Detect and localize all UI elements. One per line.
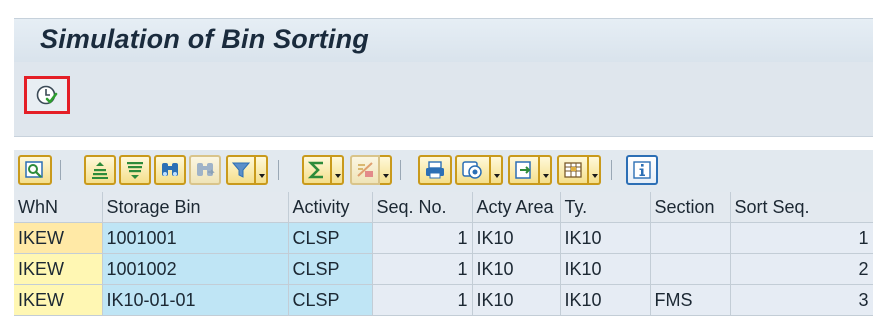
cell-seq-no[interactable]: 1 xyxy=(372,253,473,285)
find-icon xyxy=(162,163,178,176)
cell-activity[interactable]: CLSP xyxy=(288,284,373,316)
cell-section[interactable]: FMS xyxy=(650,284,731,316)
cell-type[interactable]: IK10 xyxy=(560,253,651,285)
cell-storage-bin[interactable]: IK10-01-01 xyxy=(102,284,289,316)
cell-section[interactable] xyxy=(650,253,731,285)
execute-button[interactable] xyxy=(24,76,70,114)
cell-sort-seq[interactable]: 3 xyxy=(730,284,873,316)
cell-warehouse[interactable]: IKEW xyxy=(14,222,103,254)
details-icon xyxy=(25,161,43,178)
cell-storage-bin[interactable]: 1001002 xyxy=(102,253,289,285)
cell-activity-area[interactable]: IK10 xyxy=(472,253,561,285)
print-icon xyxy=(426,161,444,179)
column-header[interactable]: Activity xyxy=(288,192,373,223)
cell-activity[interactable]: CLSP xyxy=(288,253,373,285)
subtotal-dropdown[interactable] xyxy=(380,155,392,185)
table-row[interactable]: IKEW IK10-01-01 CLSP 1 IK10 IK10 FMS 3 xyxy=(14,284,873,316)
separator xyxy=(60,160,61,180)
bin-sorting-table: WhN Storage Bin Activity Seq. No. Acty A… xyxy=(14,192,873,316)
total-dropdown[interactable] xyxy=(332,155,344,185)
subtotal-icon xyxy=(357,162,373,177)
cell-seq-no[interactable]: 1 xyxy=(372,222,473,254)
cell-storage-bin[interactable]: 1001001 xyxy=(102,222,289,254)
table-header-row: WhN Storage Bin Activity Seq. No. Acty A… xyxy=(14,192,873,223)
cell-warehouse[interactable]: IKEW xyxy=(14,253,103,285)
application-toolbar xyxy=(14,62,873,137)
find-next-button[interactable] xyxy=(189,155,221,185)
layout-button[interactable] xyxy=(557,155,589,185)
layout-dropdown[interactable] xyxy=(589,155,601,185)
cell-activity-area[interactable]: IK10 xyxy=(472,222,561,254)
column-header[interactable]: WhN xyxy=(14,192,103,223)
print-button[interactable] xyxy=(418,155,452,185)
page-title: Simulation of Bin Sorting xyxy=(40,24,369,54)
cell-sort-seq[interactable]: 1 xyxy=(730,222,873,254)
column-header[interactable]: Sort Seq. xyxy=(730,192,873,223)
execute-clock-icon xyxy=(36,85,58,105)
total-button[interactable] xyxy=(302,155,332,185)
export-button[interactable] xyxy=(508,155,540,185)
title-bar: Simulation of Bin Sorting xyxy=(14,18,873,63)
export-icon xyxy=(515,161,531,179)
sort-descending-icon xyxy=(127,162,143,179)
alv-toolbar xyxy=(14,150,873,192)
filter-icon xyxy=(232,162,250,178)
information-button[interactable] xyxy=(626,155,658,185)
cell-sort-seq[interactable]: 2 xyxy=(730,253,873,285)
views-icon xyxy=(462,161,482,179)
column-header[interactable]: Ty. xyxy=(560,192,651,223)
separator xyxy=(278,160,279,180)
column-header[interactable]: Acty Area xyxy=(472,192,561,223)
subtotal-button[interactable] xyxy=(350,155,380,185)
sort-ascending-icon xyxy=(92,162,108,179)
cell-warehouse[interactable]: IKEW xyxy=(14,284,103,316)
views-button[interactable] xyxy=(455,155,491,185)
export-dropdown[interactable] xyxy=(540,155,552,185)
cell-activity[interactable]: CLSP xyxy=(288,222,373,254)
sort-ascending-button[interactable] xyxy=(84,155,116,185)
information-icon xyxy=(633,161,651,179)
separator xyxy=(400,160,401,180)
sort-descending-button[interactable] xyxy=(119,155,151,185)
total-icon xyxy=(308,161,323,179)
find-button[interactable] xyxy=(154,155,186,185)
table-row[interactable]: IKEW 1001002 CLSP 1 IK10 IK10 2 xyxy=(14,253,873,285)
column-header[interactable]: Storage Bin xyxy=(102,192,289,223)
separator xyxy=(611,160,612,180)
details-button[interactable] xyxy=(18,155,52,185)
cell-section[interactable] xyxy=(650,222,731,254)
filter-button[interactable] xyxy=(226,155,256,185)
column-header[interactable]: Seq. No. xyxy=(372,192,473,223)
cell-type[interactable]: IK10 xyxy=(560,222,651,254)
find-next-icon xyxy=(197,163,215,176)
cell-type[interactable]: IK10 xyxy=(560,284,651,316)
views-dropdown[interactable] xyxy=(491,155,503,185)
cell-seq-no[interactable]: 1 xyxy=(372,284,473,316)
layout-icon xyxy=(564,162,582,178)
cell-activity-area[interactable]: IK10 xyxy=(472,284,561,316)
column-header[interactable]: Section xyxy=(650,192,731,223)
filter-dropdown[interactable] xyxy=(256,155,268,185)
table-row[interactable]: IKEW 1001001 CLSP 1 IK10 IK10 1 xyxy=(14,222,873,254)
